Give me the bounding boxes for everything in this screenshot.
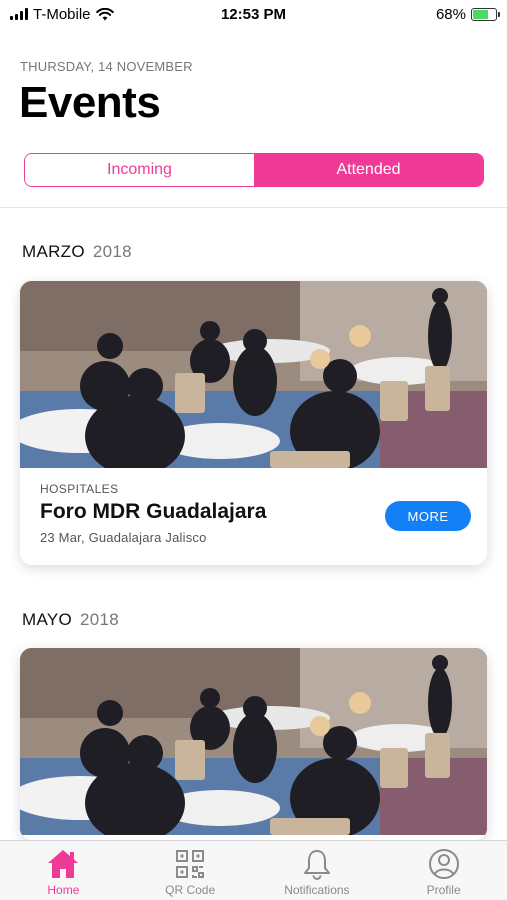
event-card-body: HOSPITALES Foro MDR Guadalajara 23 Mar, …: [20, 468, 487, 565]
wifi-icon: [95, 7, 114, 20]
event-date-location: 23 Mar, Guadalajara Jalisco: [40, 530, 207, 545]
bell-icon: [299, 847, 335, 881]
section-year: 2018: [80, 610, 120, 629]
events-filter-segmented-control: Incoming Attended: [24, 153, 484, 187]
status-bar: T-Mobile 12:53 PM 68%: [0, 0, 507, 28]
status-left: T-Mobile: [10, 6, 114, 23]
tab-label: Notifications: [284, 883, 350, 897]
event-card[interactable]: [20, 648, 487, 840]
tab-label: Profile: [426, 883, 461, 897]
segment-incoming[interactable]: Incoming: [25, 154, 254, 186]
tab-bar: Home QR Code Notifications Profile: [0, 840, 507, 900]
tab-qr-code[interactable]: QR Code: [127, 841, 254, 900]
section-month: MARZO: [22, 242, 85, 261]
battery-level: [473, 9, 488, 19]
home-icon: [45, 847, 81, 881]
signal-icon: [10, 8, 28, 20]
tab-home[interactable]: Home: [0, 841, 127, 900]
tab-label: Home: [47, 883, 80, 897]
section-header-month: MARZO 2018: [22, 242, 132, 262]
more-button[interactable]: MORE: [385, 501, 471, 531]
tab-notifications[interactable]: Notifications: [254, 841, 381, 900]
header-divider: [0, 207, 507, 208]
page-title: Events: [19, 78, 161, 127]
profile-icon: [426, 847, 462, 881]
section-year: 2018: [92, 242, 132, 261]
tab-profile[interactable]: Profile: [380, 841, 507, 900]
status-right: 68%: [435, 5, 500, 23]
carrier-label: T-Mobile: [33, 5, 91, 23]
event-card[interactable]: HOSPITALES Foro MDR Guadalajara 23 Mar, …: [20, 281, 487, 565]
section-month: MAYO: [22, 610, 73, 629]
qr-code-icon: [172, 847, 208, 881]
battery-icon: [471, 7, 500, 21]
battery-percent: 68%: [435, 5, 466, 23]
section-header-month: MAYO 2018: [22, 610, 119, 630]
current-date: THURSDAY, 14 NOVEMBER: [20, 59, 193, 74]
event-category: HOSPITALES: [40, 482, 119, 496]
event-photo: [20, 648, 487, 835]
tab-label: QR Code: [165, 883, 216, 897]
event-photo: [20, 281, 487, 468]
segment-attended[interactable]: Attended: [254, 154, 483, 186]
